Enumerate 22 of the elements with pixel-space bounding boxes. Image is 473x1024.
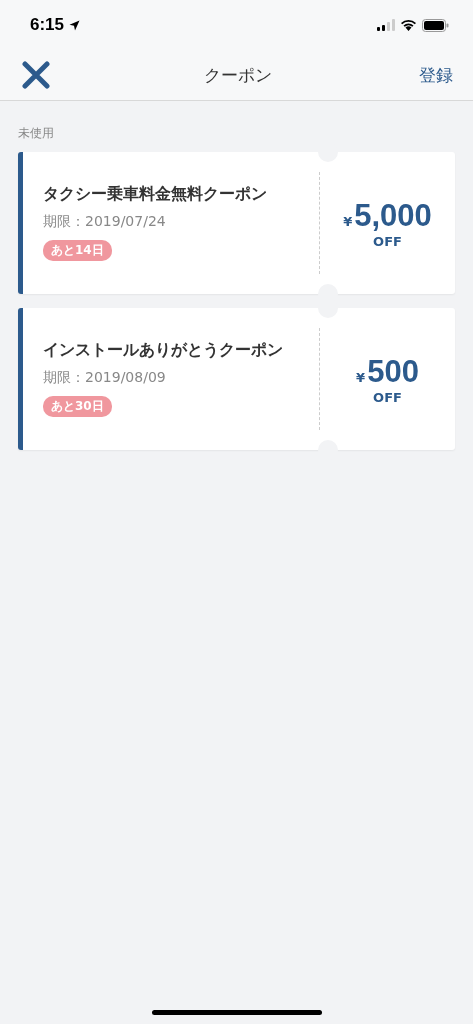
battery-icon: [422, 18, 449, 32]
remaining-days-badge: あと14日: [43, 240, 112, 261]
register-button[interactable]: 登録: [419, 63, 453, 87]
signal-icon: [377, 19, 395, 31]
close-icon: [22, 61, 50, 89]
coupon-expiry: 期限：2019/07/24: [43, 213, 167, 231]
remaining-days-badge: あと30日: [43, 396, 112, 417]
currency-symbol: ¥: [343, 213, 353, 229]
discount-amount: 500: [367, 353, 419, 390]
discount-amount: 5,000: [354, 197, 432, 234]
section-label: 未使用: [17, 125, 55, 142]
coupon-title: インストールありがとうクーポン: [43, 340, 284, 361]
coupon-title: タクシー乗車料金無料クーポン: [43, 184, 268, 205]
location-arrow-icon: [69, 19, 81, 31]
coupon-expiry: 期限：2019/08/09: [43, 369, 167, 387]
discount-unit: OFF: [373, 389, 402, 405]
discount-unit: OFF: [373, 233, 402, 249]
wifi-icon: [400, 19, 417, 31]
close-button[interactable]: [22, 61, 50, 89]
currency-symbol: ¥: [356, 369, 366, 385]
nav-title: クーポン: [203, 63, 272, 87]
status-time: 6:15: [30, 15, 65, 35]
